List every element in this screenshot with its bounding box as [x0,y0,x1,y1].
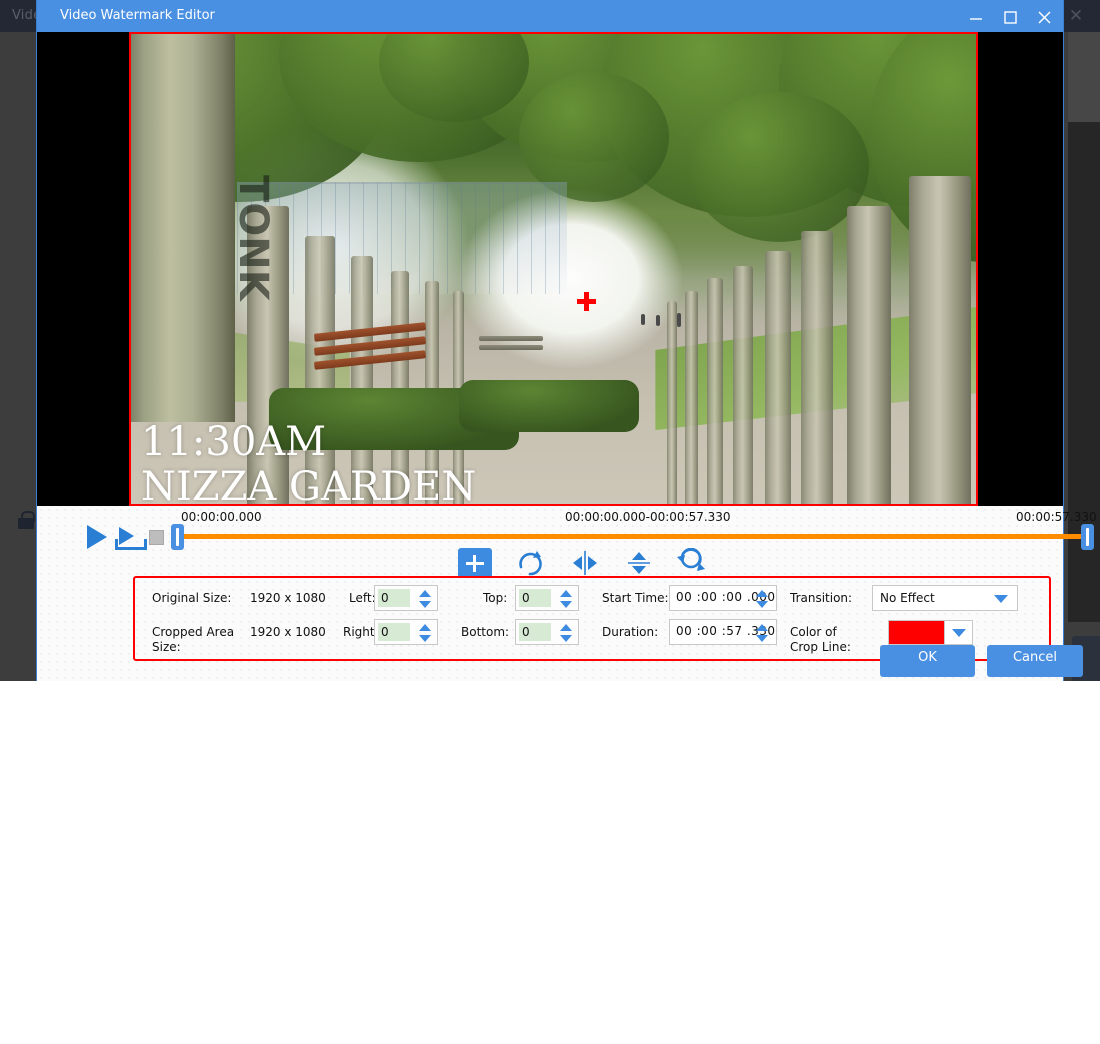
left-crop-spinner[interactable] [419,590,431,608]
start-time-field[interactable]: 00 :00 :00 .000 [669,585,777,611]
play-selection-icon[interactable] [115,525,141,551]
top-crop-input[interactable]: 0 [519,589,551,607]
top-crop-stepper[interactable]: 0 [515,585,579,611]
caret-down-icon [419,601,431,608]
start-time-label: Start Time: [602,591,669,605]
top-label: Top: [483,591,507,605]
crop-line-color-dropdown[interactable] [945,620,973,645]
caret-down-icon [419,635,431,642]
video-watermark-editor-dialog: Video Watermark Editor [36,0,1064,681]
flip-vertical-icon[interactable] [622,548,656,578]
foreground-tree-trunk [129,32,235,422]
left-label: Left: [349,591,376,605]
cancel-button[interactable]: Cancel [987,645,1083,677]
flip-horizontal-icon[interactable] [568,548,602,578]
start-time-spinner[interactable] [756,590,768,608]
caret-down-icon [756,635,768,642]
bottom-crop-stepper[interactable]: 0 [515,619,579,645]
crop-line-color-swatch[interactable] [888,620,945,645]
timeline-range-label: 00:00:00.000-00:00:57.330 [565,510,731,524]
background-right-panel [1068,32,1100,122]
timeline-handle-end[interactable] [1081,524,1094,550]
caret-down-icon [560,635,572,642]
left-crop-input[interactable]: 0 [378,589,410,607]
minimize-icon[interactable] [959,0,993,32]
plus-icon[interactable] [458,548,492,578]
caret-up-icon [419,590,431,597]
watermark-line-2: NIZZA GARDEN [141,465,476,506]
bottom-label: Bottom: [461,625,509,639]
duration-spinner[interactable] [756,624,768,642]
transition-dropdown[interactable]: No Effect [872,585,1018,611]
video-preview-area[interactable]: TONK 11:30AM NIZZA GARDEN [37,32,1063,506]
lock-icon [18,511,34,529]
stop-icon[interactable] [149,530,164,545]
watermark-overlay[interactable]: 11:30AM NIZZA GARDEN [141,420,476,506]
caret-down-icon [560,601,572,608]
chevron-down-icon [952,629,966,637]
caret-up-icon [756,590,768,597]
park-bench-far [479,332,545,366]
right-crop-input[interactable]: 0 [378,623,410,641]
graffiti-text: TONK [129,175,272,221]
rotate-refresh-icon[interactable] [674,548,708,578]
watermark-line-1: 11:30AM [141,420,476,465]
close-icon[interactable] [1027,0,1061,32]
timeline-end-label: 00:00:57.330 [1016,510,1097,524]
bottom-crop-input[interactable]: 0 [519,623,551,641]
cropped-area-size-value: 1920 x 1080 [250,625,326,639]
original-size-label: Original Size: [152,591,231,605]
original-size-value: 1920 x 1080 [250,591,326,605]
bottom-crop-spinner[interactable] [560,624,572,642]
left-crop-stepper[interactable]: 0 [374,585,438,611]
ok-button[interactable]: OK [880,645,975,677]
play-icon[interactable] [87,525,107,549]
rotate-clockwise-icon[interactable] [515,548,549,578]
timeline-handle-start[interactable] [171,524,184,550]
caret-up-icon [419,624,431,631]
caret-up-icon [560,624,572,631]
dialog-titlebar: Video Watermark Editor [37,0,1063,32]
caret-up-icon [560,590,572,597]
close-icon[interactable]: ✕ [1066,6,1086,26]
park-bench [314,322,432,384]
caret-down-icon [756,601,768,608]
chevron-down-icon [994,595,1008,603]
top-crop-spinner[interactable] [560,590,572,608]
timeline-start-label: 00:00:00.000 [181,510,262,524]
right-crop-spinner[interactable] [419,624,431,642]
right-crop-stepper[interactable]: 0 [374,619,438,645]
color-of-crop-line-label: Color of Crop Line: [790,625,864,655]
transition-selected-value: No Effect [880,591,935,605]
transition-label: Transition: [790,591,852,605]
cropped-area-size-label: Cropped Area Size: [152,625,242,655]
duration-label: Duration: [602,625,658,639]
duration-field[interactable]: 00 :00 :57 .330 [669,619,777,645]
timeline-track[interactable] [177,534,1092,539]
maximize-icon[interactable] [993,0,1027,32]
caret-up-icon [756,624,768,631]
video-frame: TONK 11:30AM NIZZA GARDEN [129,32,978,506]
dialog-title: Video Watermark Editor [60,8,215,23]
